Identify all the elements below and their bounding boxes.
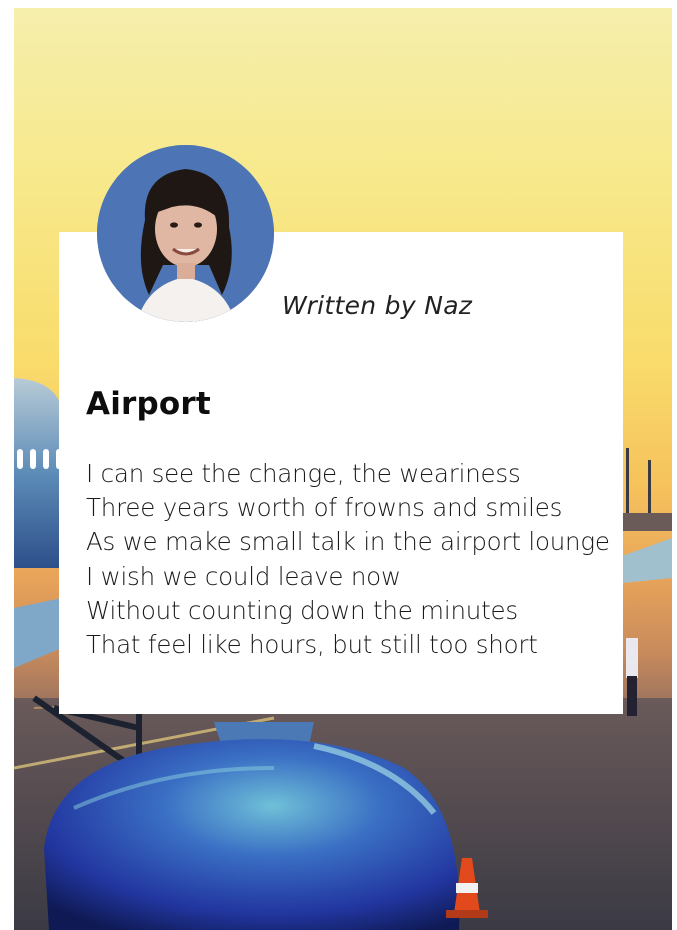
ground-vehicle [622, 513, 672, 531]
right-wing [622, 538, 672, 583]
poem-line: I wish we could leave now [86, 561, 401, 591]
poem-line: Without counting down the minutes [86, 595, 518, 625]
poem-body: I can see the change, the weariness Thre… [86, 457, 610, 662]
poem-line: Three years worth of frowns and smiles [86, 493, 563, 523]
author-photo [97, 145, 274, 322]
poem-line: I can see the change, the weariness [86, 459, 521, 488]
aircraft-fuselage [14, 378, 62, 568]
aircraft-wing [14, 598, 62, 668]
ground-worker-legs [627, 676, 637, 716]
author-byline: Written by Naz [282, 291, 473, 320]
poem-title: Airport [86, 386, 211, 422]
poem-line: As we make small talk in the airport lou… [86, 527, 610, 557]
ground-worker [626, 638, 638, 678]
author-avatar [97, 145, 274, 322]
poem-line: That feel like hours, but still too shor… [86, 630, 538, 660]
